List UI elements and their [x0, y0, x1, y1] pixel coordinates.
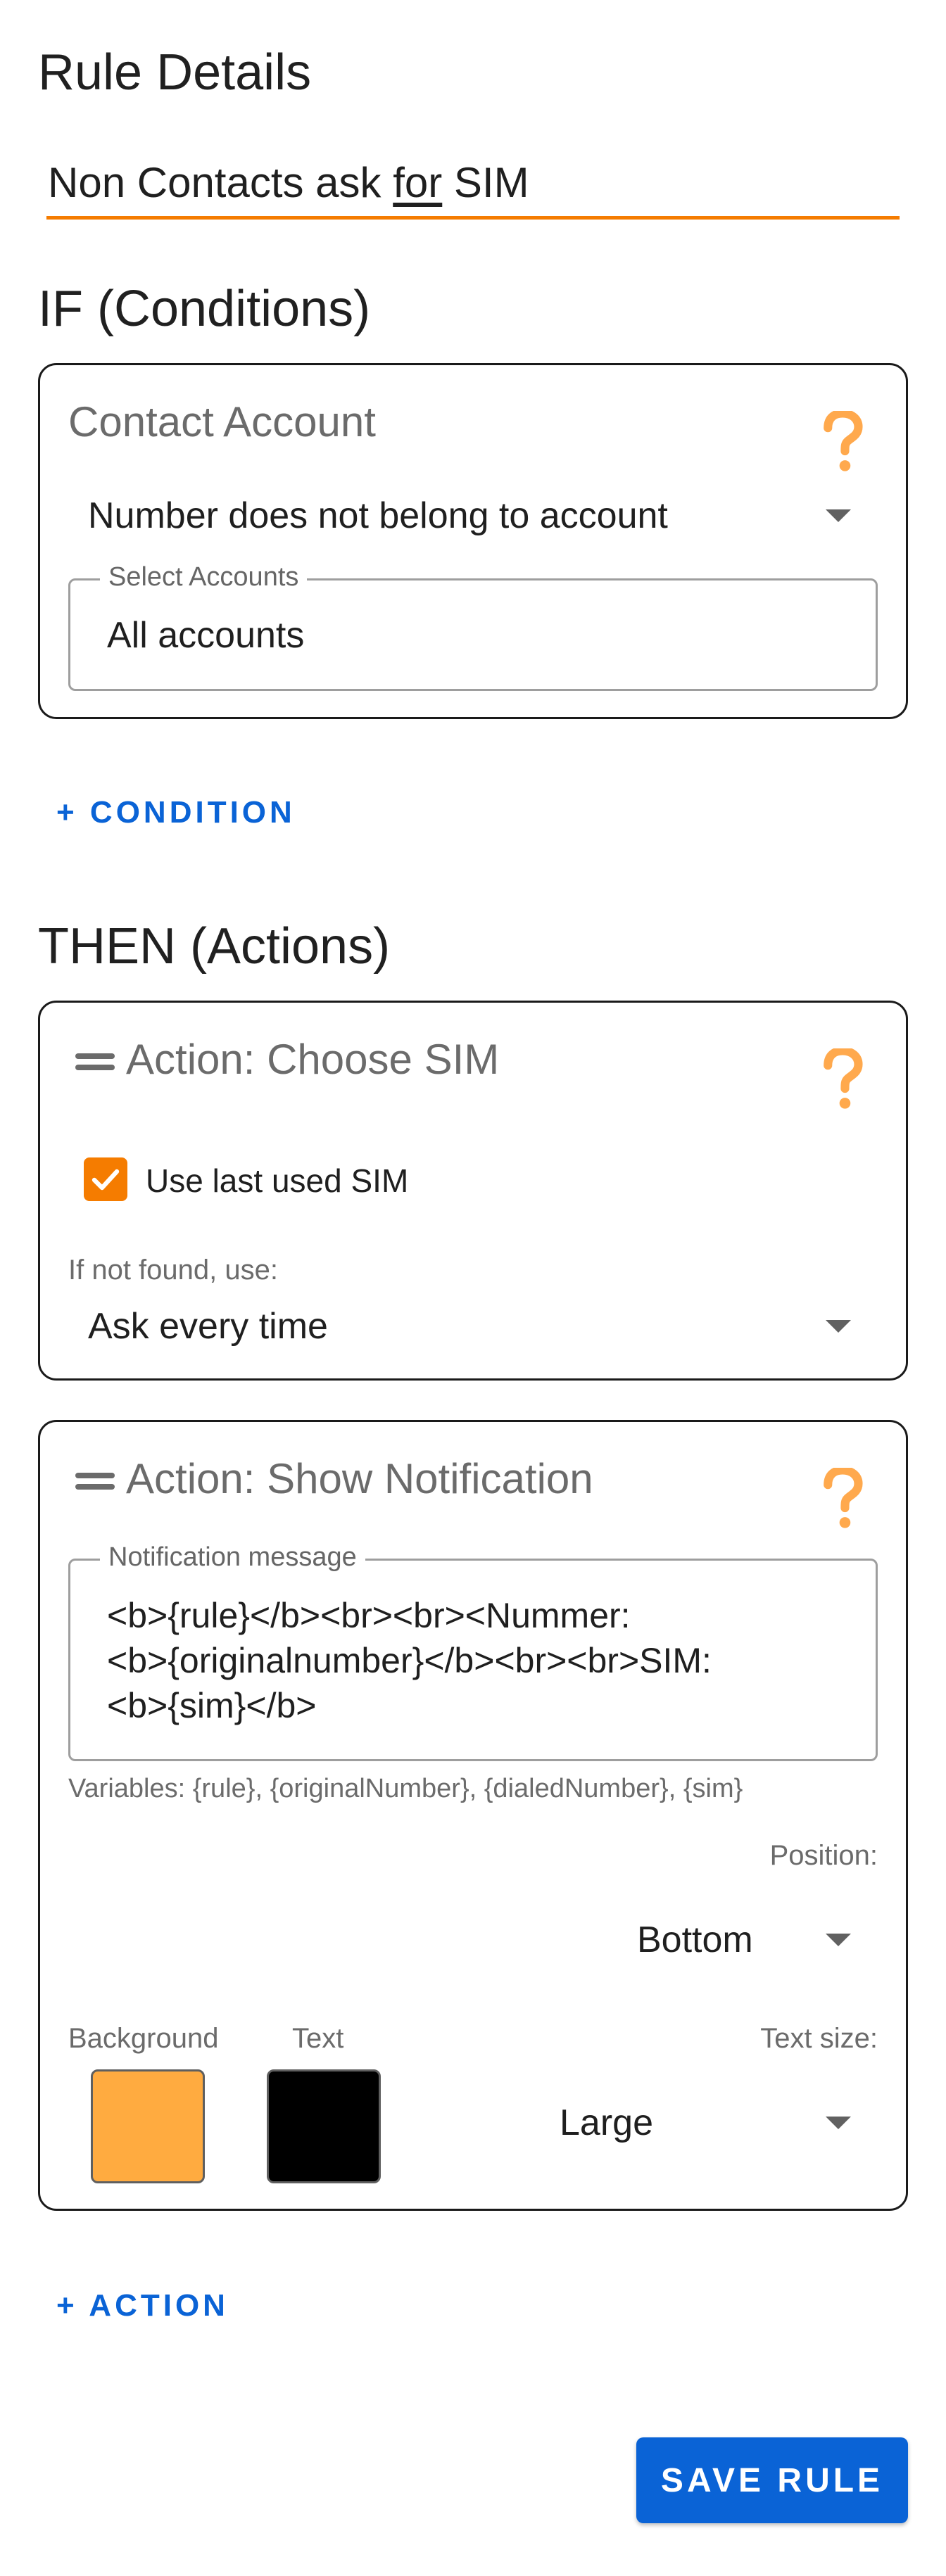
notification-title: Action: Show Notification [126, 1455, 593, 1502]
rule-name-text-start: Non Contacts ask [48, 159, 393, 206]
position-select[interactable]: Bottom [603, 1905, 878, 1975]
text-size-select[interactable]: Large [526, 2088, 878, 2158]
dropdown-caret-icon [826, 1934, 851, 1946]
condition-card-title: Contact Account [68, 398, 376, 445]
select-accounts-label: Select Accounts [100, 562, 308, 592]
position-value: Bottom [637, 1920, 753, 1960]
text-size-label: Text size: [760, 2023, 878, 2054]
action-card-choose-sim: Action: Choose SIM Use last used SIM If … [38, 1001, 908, 1381]
background-color-label: Background [68, 2023, 219, 2054]
text-size-value: Large [560, 2102, 653, 2143]
drag-handle-icon[interactable] [75, 1467, 115, 1495]
actions-heading: THEN (Actions) [38, 918, 391, 975]
contact-account-condition-value: Number does not belong to account [88, 495, 668, 536]
use-last-sim-checkbox[interactable] [84, 1157, 127, 1201]
text-color-swatch[interactable] [267, 2069, 381, 2183]
choose-sim-title: Action: Choose SIM [126, 1036, 500, 1083]
checkmark-icon [92, 1169, 120, 1191]
fallback-sim-value: Ask every time [88, 1306, 328, 1347]
add-action-button[interactable]: + ACTION [56, 2288, 229, 2323]
notification-message-field[interactable]: Notification message <b>{rule}</b><br><b… [68, 1542, 878, 1761]
dropdown-caret-icon [826, 2117, 851, 2129]
rule-name-text-underlined: for [393, 159, 443, 206]
help-question-glyph [824, 411, 863, 471]
help-question-glyph [824, 1468, 863, 1528]
background-color-swatch[interactable] [91, 2069, 205, 2183]
select-accounts-field[interactable]: Select Accounts All accounts [68, 562, 878, 691]
add-condition-button[interactable]: + CONDITION [56, 795, 296, 830]
variables-hint: Variables: {rule}, {originalNumber}, {di… [68, 1774, 743, 1803]
action-card-show-notification: Action: Show Notification Notification m… [38, 1420, 908, 2211]
page-title: Rule Details [38, 44, 312, 101]
fallback-sim-select[interactable]: Ask every time [68, 1291, 878, 1362]
text-color-label: Text [292, 2023, 344, 2054]
condition-card-contact-account: Contact Account Number does not belong t… [38, 363, 908, 719]
help-question-icon[interactable] [814, 407, 871, 478]
save-rule-button[interactable]: SAVE RULE [636, 2437, 908, 2523]
dropdown-caret-icon [826, 1320, 851, 1333]
rule-name-text-end: SIM [442, 159, 529, 206]
rule-name-input[interactable]: Non Contacts ask for SIM [46, 149, 900, 220]
fallback-label: If not found, use: [68, 1255, 278, 1286]
drag-handle-icon[interactable] [75, 1048, 115, 1076]
contact-account-condition-select[interactable]: Number does not belong to account [68, 481, 878, 551]
dropdown-caret-icon [826, 509, 851, 522]
select-accounts-value: All accounts [107, 615, 305, 656]
conditions-heading: IF (Conditions) [38, 281, 371, 337]
notification-message-value[interactable]: <b>{rule}</b><br><br><Nummer: <b>{origin… [107, 1593, 853, 1728]
help-question-glyph [824, 1048, 863, 1109]
use-last-sim-label[interactable]: Use last used SIM [146, 1162, 408, 1200]
help-question-icon[interactable] [814, 1045, 871, 1115]
notification-message-label: Notification message [100, 1542, 365, 1573]
position-label: Position: [769, 1840, 878, 1871]
help-question-icon[interactable] [814, 1464, 871, 1535]
